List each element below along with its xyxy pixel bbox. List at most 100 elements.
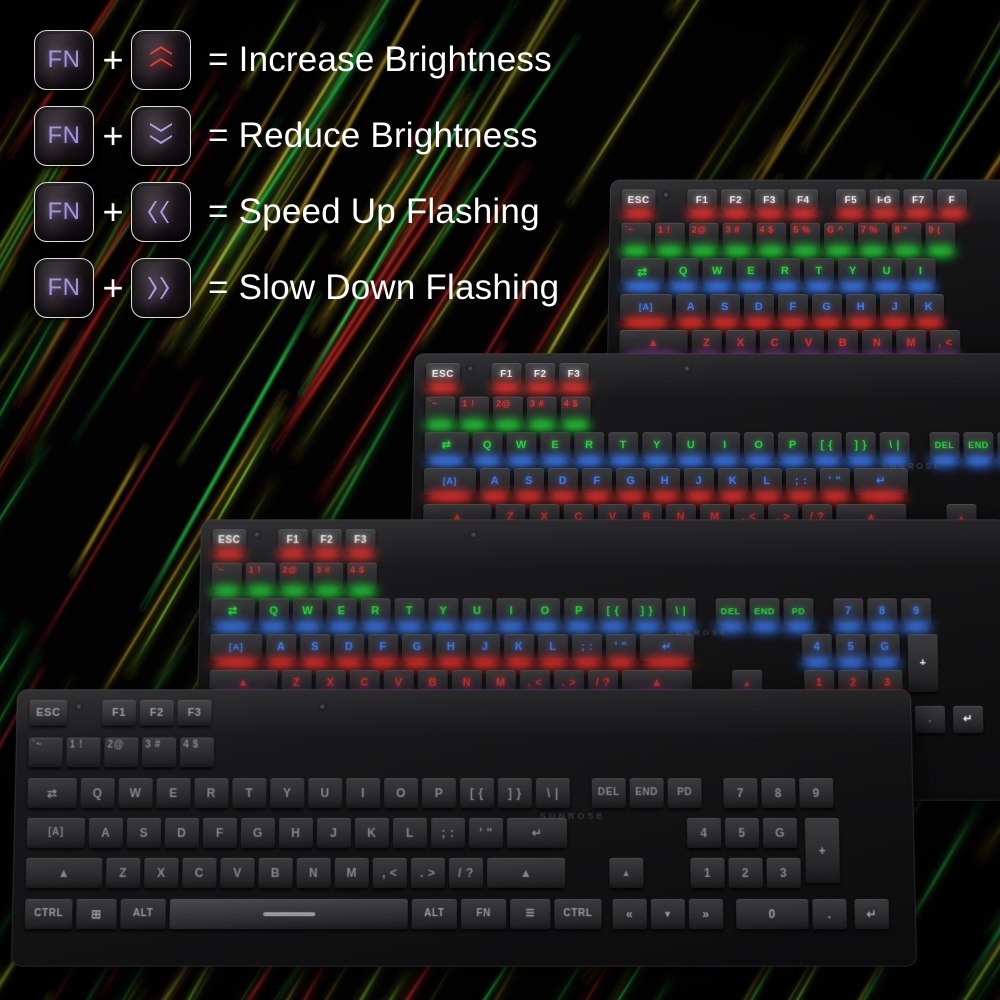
key-E[interactable]: E: [736, 258, 767, 291]
brightness-up-keycap[interactable]: [131, 30, 191, 90]
key-tab[interactable]: ⇄: [620, 258, 665, 291]
key-E[interactable]: E: [156, 778, 191, 809]
key-F2[interactable]: F2: [525, 363, 556, 391]
key-num[interactable]: 3 #: [526, 396, 557, 429]
key-K[interactable]: K: [913, 294, 945, 326]
key-END[interactable]: END: [749, 598, 780, 631]
key-Z[interactable]: Z: [105, 857, 141, 889]
key-; :[interactable]: ; :: [785, 468, 817, 500]
key-enter[interactable]: ↵: [506, 818, 568, 848]
key-L[interactable]: L: [537, 634, 569, 666]
key-J[interactable]: J: [469, 634, 501, 666]
key-Y[interactable]: Y: [428, 598, 459, 631]
key-X[interactable]: X: [144, 857, 179, 889]
key-FG[interactable]: FG: [869, 189, 900, 217]
key-ctrl[interactable]: CTRL: [24, 899, 73, 930]
key-E[interactable]: E: [326, 598, 357, 631]
key-] }[interactable]: ] }: [845, 432, 876, 465]
key-G[interactable]: G: [811, 294, 843, 326]
key-R[interactable]: R: [574, 432, 605, 465]
key-num[interactable]: 1 !: [458, 396, 490, 429]
key-F1[interactable]: F1: [101, 700, 137, 726]
key-O[interactable]: O: [530, 598, 561, 631]
key-np-2[interactable]: 2: [728, 857, 763, 889]
key-esc[interactable]: ESC: [212, 529, 247, 557]
key-A[interactable]: A: [479, 468, 511, 500]
key-np-9[interactable]: 9: [901, 598, 932, 631]
key-DEL[interactable]: DEL: [591, 778, 626, 809]
key-num[interactable]: 4 $: [560, 396, 591, 429]
key-F[interactable]: F: [581, 468, 613, 500]
key-DEL[interactable]: DEL: [715, 598, 746, 631]
key-; :[interactable]: ; :: [571, 634, 603, 666]
key-T[interactable]: T: [608, 432, 639, 465]
key-np-0[interactable]: 0: [735, 899, 809, 930]
key-P[interactable]: P: [422, 778, 457, 809]
key-] }[interactable]: ] }: [631, 598, 662, 631]
key-R[interactable]: R: [194, 778, 229, 809]
key-' "[interactable]: ' ": [468, 818, 504, 848]
key-np-7[interactable]: 7: [723, 778, 758, 809]
fn-keycap[interactable]: FN: [34, 258, 94, 318]
key-DEL[interactable]: DEL: [929, 432, 960, 465]
fn-keycap[interactable]: FN: [34, 30, 94, 90]
key-Q[interactable]: Q: [472, 432, 503, 465]
key-T[interactable]: T: [804, 258, 834, 291]
key-num[interactable]: 2@: [688, 222, 719, 255]
key-np-dot[interactable]: .: [812, 899, 847, 930]
key-F1[interactable]: F1: [277, 529, 309, 557]
key-\ |[interactable]: \ |: [535, 778, 570, 809]
key-; :[interactable]: ; :: [430, 818, 466, 848]
key-num[interactable]: 5 %: [790, 222, 821, 255]
key-Y[interactable]: Y: [642, 432, 673, 465]
brightness-down-keycap[interactable]: [131, 106, 191, 166]
key-F1[interactable]: F1: [687, 189, 718, 217]
key-D[interactable]: D: [333, 634, 365, 666]
key-N[interactable]: N: [296, 857, 331, 889]
key-caps[interactable]: [A]: [209, 634, 263, 666]
key-shift[interactable]: ▲: [25, 857, 103, 889]
key-] }[interactable]: ] }: [497, 778, 532, 809]
key-num[interactable]: 2@: [104, 737, 139, 768]
key-W[interactable]: W: [506, 432, 537, 465]
key-END[interactable]: END: [963, 432, 994, 465]
key-F[interactable]: F: [202, 818, 238, 848]
key-V[interactable]: V: [220, 857, 255, 889]
key-np-1[interactable]: 1: [690, 857, 725, 889]
key-np-5[interactable]: 5: [835, 634, 867, 666]
key-np-9[interactable]: 9: [799, 778, 834, 809]
key-np-5[interactable]: 5: [724, 818, 760, 848]
slow-down-keycap[interactable]: [131, 258, 191, 318]
key-J[interactable]: J: [879, 294, 911, 326]
key-L[interactable]: L: [392, 818, 428, 848]
key-Y[interactable]: Y: [270, 778, 305, 809]
key-esc[interactable]: ESC: [425, 363, 460, 391]
key-T[interactable]: T: [232, 778, 267, 809]
key-arrow-down[interactable]: ▼: [650, 899, 686, 930]
key-J[interactable]: J: [683, 468, 715, 500]
key-D[interactable]: D: [743, 294, 775, 326]
key-F1[interactable]: F1: [491, 363, 522, 391]
key-Q[interactable]: Q: [80, 778, 115, 809]
key-caps[interactable]: [A]: [26, 818, 86, 848]
key-R[interactable]: R: [360, 598, 391, 631]
key-C[interactable]: C: [182, 857, 217, 889]
key-I[interactable]: I: [346, 778, 381, 809]
key-num[interactable]: `~: [620, 222, 652, 255]
key-O[interactable]: O: [743, 432, 774, 465]
fn-keycap[interactable]: FN: [34, 182, 94, 242]
key-F2[interactable]: F2: [311, 529, 342, 557]
key-num[interactable]: 4 $: [346, 562, 378, 595]
key-F5[interactable]: F5: [835, 189, 866, 217]
key-arrow-left[interactable]: «: [612, 899, 647, 930]
key-F3[interactable]: F3: [345, 529, 376, 557]
key-space[interactable]: [169, 899, 408, 930]
key-num[interactable]: 3 #: [141, 737, 177, 768]
key-W[interactable]: W: [292, 598, 323, 631]
key-num[interactable]: 2@: [279, 562, 310, 595]
key-/ ?[interactable]: / ?: [448, 857, 484, 889]
key-G[interactable]: G: [240, 818, 276, 848]
key-I[interactable]: I: [710, 432, 740, 465]
key-np-enter[interactable]: ↵: [952, 706, 984, 734]
key-np-plus[interactable]: +: [804, 818, 841, 884]
